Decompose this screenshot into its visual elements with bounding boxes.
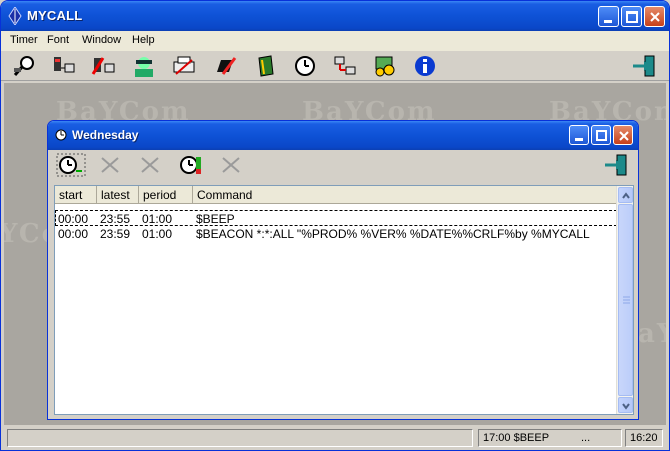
- chevron-up-icon: [622, 192, 630, 199]
- search-phone-button[interactable]: [12, 54, 38, 78]
- pencil-book-button[interactable]: [213, 54, 239, 78]
- cell-start: 00:00: [58, 212, 89, 226]
- close-button[interactable]: [644, 6, 665, 27]
- green-book-icon: [258, 55, 274, 77]
- clock-icon: [295, 56, 315, 76]
- user-agent-icon: [135, 57, 153, 77]
- vertical-scrollbar[interactable]: [616, 186, 633, 414]
- child-close-button[interactable]: [613, 125, 633, 145]
- cell-latest: 23:55: [100, 212, 131, 226]
- green-book-button[interactable]: [253, 54, 279, 78]
- child-toolbar: [48, 150, 638, 182]
- network-icon: [334, 56, 356, 75]
- pencil-book-icon: [217, 57, 237, 75]
- timer-table: start latest period Command 00:00 23:55 …: [54, 185, 634, 415]
- status-clock: 16:20: [625, 429, 663, 447]
- exit-button[interactable]: [631, 54, 657, 78]
- status-timer-text: 17:00 $BEEP: [483, 432, 550, 444]
- cell-start: 00:00: [58, 227, 89, 241]
- chevron-down-icon: [622, 403, 630, 410]
- search-phone-icon: [13, 56, 34, 76]
- network-button[interactable]: [332, 54, 358, 78]
- cut-disabled-icon: [141, 157, 159, 173]
- phone-delete-button[interactable]: [91, 54, 117, 78]
- add-timer-button[interactable]: [56, 153, 86, 177]
- cell-period: 01:00: [142, 212, 173, 226]
- gear-computer-button[interactable]: [372, 54, 398, 78]
- minimize-icon: [575, 138, 583, 141]
- child-window-title: Wednesday: [72, 128, 139, 142]
- child-title-bar[interactable]: Wednesday: [48, 121, 638, 150]
- phone-line-icon: [54, 57, 75, 73]
- main-window: MYCALL Timer Font Window Help BaYCom BaY…: [0, 0, 670, 451]
- cell-command: $BEACON *:*:ALL "%PROD% %VER% %DATE%%CRL…: [196, 227, 590, 241]
- clock-button[interactable]: [292, 54, 318, 78]
- info-icon: [415, 56, 435, 76]
- info-button[interactable]: [412, 54, 438, 78]
- cut-disabled-icon: [222, 157, 240, 173]
- minimize-button[interactable]: [598, 6, 619, 27]
- table-row[interactable]: 00:00 23:59 01:00 $BEACON *:*:ALL "%PROD…: [55, 226, 617, 242]
- phone-line-button[interactable]: [51, 54, 77, 78]
- status-message: [7, 429, 473, 447]
- app-logo-icon: [8, 7, 22, 25]
- menu-bar: Timer Font Window Help: [1, 31, 669, 51]
- phone-delete-icon: [91, 57, 115, 75]
- cut-button[interactable]: [98, 153, 124, 177]
- column-header-latest[interactable]: latest: [97, 186, 139, 204]
- menu-help[interactable]: Help: [132, 34, 155, 46]
- gear-computer-icon: [375, 56, 395, 77]
- close-icon: [619, 131, 629, 141]
- table-header: start latest period Command: [55, 186, 617, 204]
- cell-latest: 23:59: [100, 227, 131, 241]
- user-agent-button[interactable]: [131, 54, 157, 78]
- title-bar[interactable]: MYCALL: [1, 1, 669, 31]
- status-ellipsis: ...: [581, 432, 591, 444]
- fax-print-icon: [173, 56, 195, 75]
- edit-timer-button[interactable]: [178, 153, 204, 177]
- cut-button[interactable]: [138, 153, 164, 177]
- column-header-command[interactable]: Command: [193, 186, 617, 204]
- menu-font[interactable]: Font: [47, 34, 69, 46]
- status-bar: 17:00 $BEEP ... 16:20: [1, 427, 669, 450]
- window-title: MYCALL: [27, 8, 83, 23]
- clock-small-icon: [55, 129, 67, 141]
- cut-disabled-icon: [101, 157, 119, 173]
- column-header-period[interactable]: period: [139, 186, 193, 204]
- main-toolbar: [1, 51, 669, 81]
- grip-icon: [623, 296, 630, 304]
- column-header-start[interactable]: start: [55, 186, 97, 204]
- close-icon: [650, 12, 660, 22]
- cut-button[interactable]: [219, 153, 245, 177]
- exit-door-icon: [633, 55, 655, 77]
- table-row[interactable]: 00:00 23:55 01:00 $BEEP: [55, 210, 617, 226]
- scroll-down-button[interactable]: [618, 397, 633, 413]
- fax-print-button[interactable]: [171, 54, 197, 78]
- maximize-button[interactable]: [621, 6, 642, 27]
- maximize-icon: [626, 11, 638, 23]
- clock-add-icon: [56, 153, 86, 177]
- wednesday-window: Wednesday start latest period Command 00…: [47, 120, 639, 420]
- menu-window[interactable]: Window: [82, 34, 121, 46]
- scroll-thumb[interactable]: [618, 204, 633, 396]
- cell-command: $BEEP: [196, 212, 235, 226]
- menu-timer[interactable]: Timer: [10, 34, 38, 46]
- child-maximize-button[interactable]: [591, 125, 611, 145]
- minimize-icon: [604, 20, 612, 23]
- scroll-up-button[interactable]: [618, 187, 633, 203]
- child-exit-button[interactable]: [603, 153, 629, 177]
- cell-period: 01:00: [142, 227, 173, 241]
- status-timer: 17:00 $BEEP ...: [478, 429, 622, 447]
- maximize-icon: [596, 130, 607, 141]
- clock-edit-icon: [180, 156, 201, 174]
- exit-door-icon: [605, 154, 627, 176]
- child-minimize-button[interactable]: [569, 125, 589, 145]
